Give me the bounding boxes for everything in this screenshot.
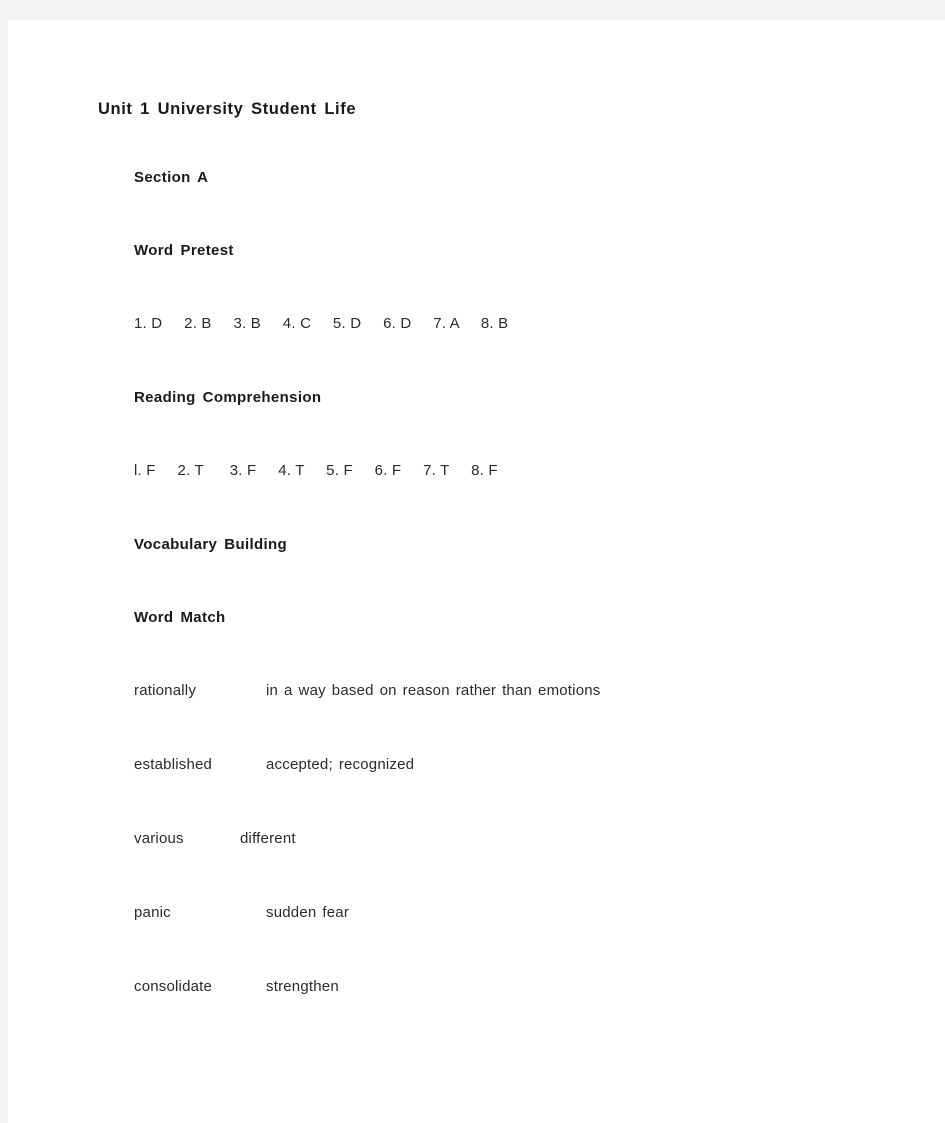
word-match-term: established — [134, 755, 213, 773]
word-match-row: established accepted; recognized — [134, 756, 945, 774]
reading-comprehension-heading: Reading Comprehension — [134, 388, 322, 406]
page-title: Unit 1 University Student Life — [98, 100, 357, 118]
word-match-row: panic sudden fear — [134, 904, 945, 922]
word-match-definition: accepted; recognized — [266, 755, 415, 773]
word-match-list: rationally in a way based on reason rathe… — [134, 682, 945, 996]
document-body: Section A Word Pretest 1. D 2. B 3. B 4.… — [8, 169, 945, 996]
word-match-term: panic — [134, 903, 171, 921]
word-match-row: rationally in a way based on reason rathe… — [134, 682, 945, 700]
word-match-term: various — [134, 829, 184, 847]
word-match-definition: in a way based on reason rather than emo… — [266, 681, 601, 699]
word-pretest-answers: 1. D 2. B 3. B 4. C 5. D 6. D 7. A 8. B — [134, 314, 509, 332]
word-match-definition: strengthen — [266, 977, 339, 995]
word-match-term: consolidate — [134, 977, 213, 995]
word-match-term: rationally — [134, 681, 197, 699]
word-match-definition: different — [240, 829, 296, 847]
vocabulary-building-heading: Vocabulary Building — [134, 535, 288, 553]
document-content: Unit 1 University Student Life Section A… — [8, 20, 945, 996]
document-page: Unit 1 University Student Life Section A… — [8, 20, 945, 1123]
word-pretest-heading: Word Pretest — [134, 241, 234, 259]
section-a-heading: Section A — [134, 168, 209, 186]
word-match-row: various different — [134, 830, 945, 848]
reading-comprehension-answers: l. F 2. T 3. F 4. T 5. F 6. F 7. T 8. F — [134, 461, 498, 479]
word-match-heading: Word Match — [134, 608, 226, 626]
word-match-definition: sudden fear — [266, 903, 350, 921]
word-match-row: consolidate strengthen — [134, 978, 945, 996]
